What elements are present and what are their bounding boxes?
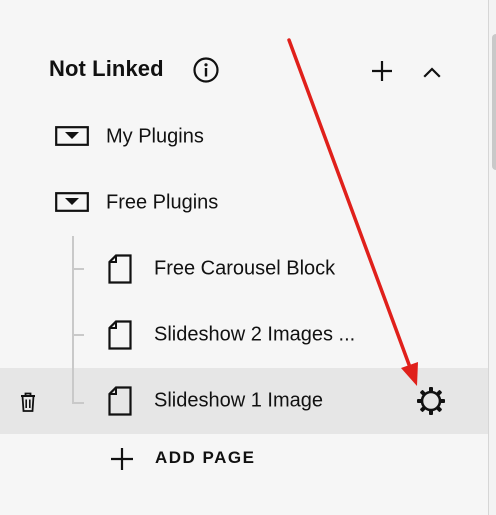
item-label: Slideshow 2 Images ... xyxy=(154,323,356,346)
chevron-up-icon[interactable] xyxy=(420,60,444,84)
list-item-free-plugins[interactable]: Free Plugins xyxy=(0,170,488,236)
page-icon xyxy=(108,320,132,350)
item-label: My Plugins xyxy=(106,125,204,148)
list-item-free-carousel-block[interactable]: Free Carousel Block xyxy=(0,236,488,302)
page-icon xyxy=(108,254,132,284)
item-label: Slideshow 1 Image xyxy=(154,389,323,412)
item-label: Free Carousel Block xyxy=(154,257,336,280)
trash-icon[interactable] xyxy=(18,391,38,413)
info-circle-icon[interactable] xyxy=(193,57,219,83)
plus-icon[interactable] xyxy=(110,447,134,471)
add-section-button[interactable] xyxy=(370,59,394,83)
item-label: Free Plugins xyxy=(106,191,219,214)
list-item-slideshow-2-images[interactable]: Slideshow 2 Images ... xyxy=(0,302,488,368)
folder-icon xyxy=(55,126,89,146)
list-item-my-plugins[interactable]: My Plugins xyxy=(0,104,488,170)
folder-icon xyxy=(55,192,89,212)
section-title: Not Linked xyxy=(49,56,164,81)
add-page-button[interactable]: ADD PAGE xyxy=(155,448,255,468)
page-icon xyxy=(108,386,132,416)
scrollbar-thumb[interactable] xyxy=(492,34,496,170)
tree-connector-tick xyxy=(72,402,84,404)
gear-icon[interactable] xyxy=(416,386,446,416)
pages-panel: Not Linked My Plugins Free Plugins Slide… xyxy=(0,0,488,515)
